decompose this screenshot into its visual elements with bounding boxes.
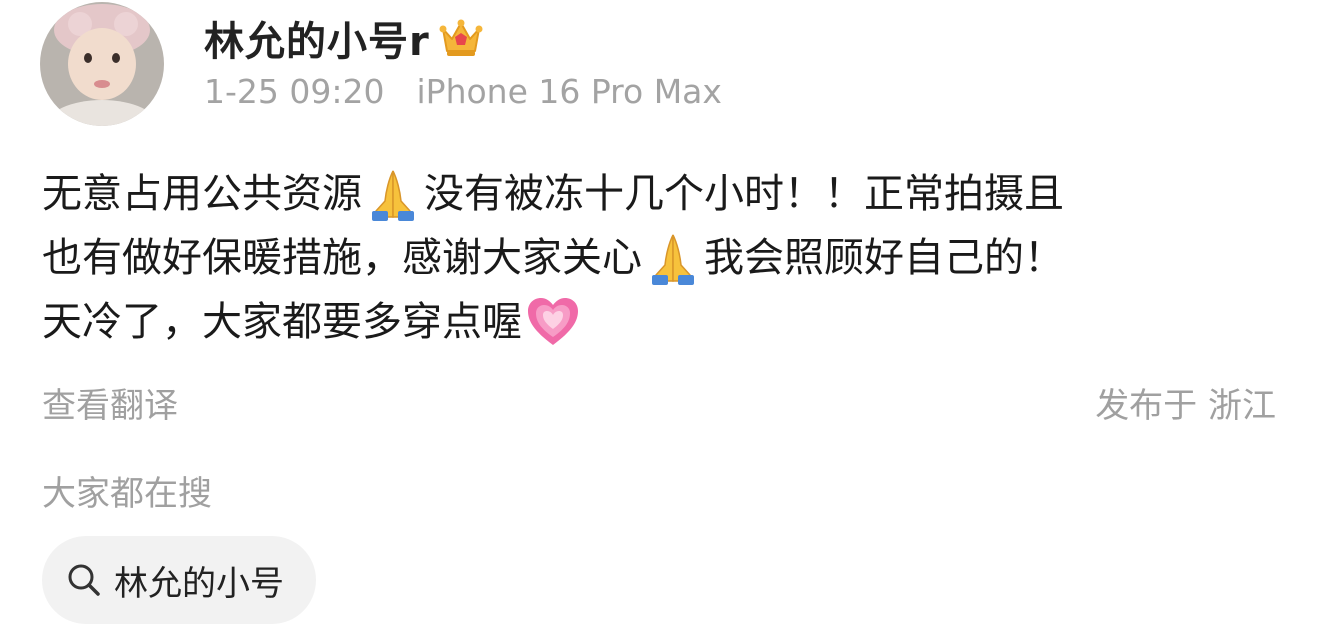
post-timestamp: 1-25 09:20 xyxy=(204,72,385,111)
post-line-3: 天冷了，大家都要多穿点喔 xyxy=(42,290,1282,354)
avatar[interactable] xyxy=(40,2,164,126)
post-segment: 天冷了，大家都要多穿点喔 xyxy=(42,299,522,345)
post-segment: 没有被冻十几个小时！！正常拍摄且 xyxy=(424,171,1064,217)
post-location: 发布于 浙江 xyxy=(1095,386,1276,426)
post-device: iPhone 16 Pro Max xyxy=(416,72,722,111)
trending-section-label: 大家都在搜 xyxy=(42,474,212,514)
trending-search-chip[interactable]: 林允的小号 xyxy=(42,536,316,624)
post-segment: 无意占用公共资源 xyxy=(42,171,362,217)
crown-icon[interactable] xyxy=(438,15,484,61)
post-line-2: 也有做好保暖措施，感谢大家关心 我会照顾好自己的！ xyxy=(42,226,1282,290)
avatar-image xyxy=(40,2,164,126)
view-translation-link[interactable]: 查看翻译 xyxy=(42,378,178,427)
praying-hands-icon xyxy=(644,229,702,287)
post-meta: 1-25 09:20 iPhone 16 Pro Max xyxy=(204,72,722,111)
post-body: 无意占用公共资源 没有被冻十几个小时！！正常拍摄且 也有做好保暖措施，感谢大家关… xyxy=(42,162,1282,354)
username[interactable]: 林允的小号r xyxy=(204,9,430,67)
praying-hands-icon xyxy=(364,165,422,223)
post-segment: 也有做好保暖措施，感谢大家关心 xyxy=(42,235,642,281)
search-icon xyxy=(64,560,104,600)
username-row: 林允的小号r xyxy=(204,10,484,66)
post-line-1: 无意占用公共资源 没有被冻十几个小时！！正常拍摄且 xyxy=(42,162,1282,226)
growing-heart-icon xyxy=(524,293,582,351)
post-segment: 我会照顾好自己的！ xyxy=(704,235,1064,281)
search-chip-label: 林允的小号 xyxy=(114,563,284,604)
